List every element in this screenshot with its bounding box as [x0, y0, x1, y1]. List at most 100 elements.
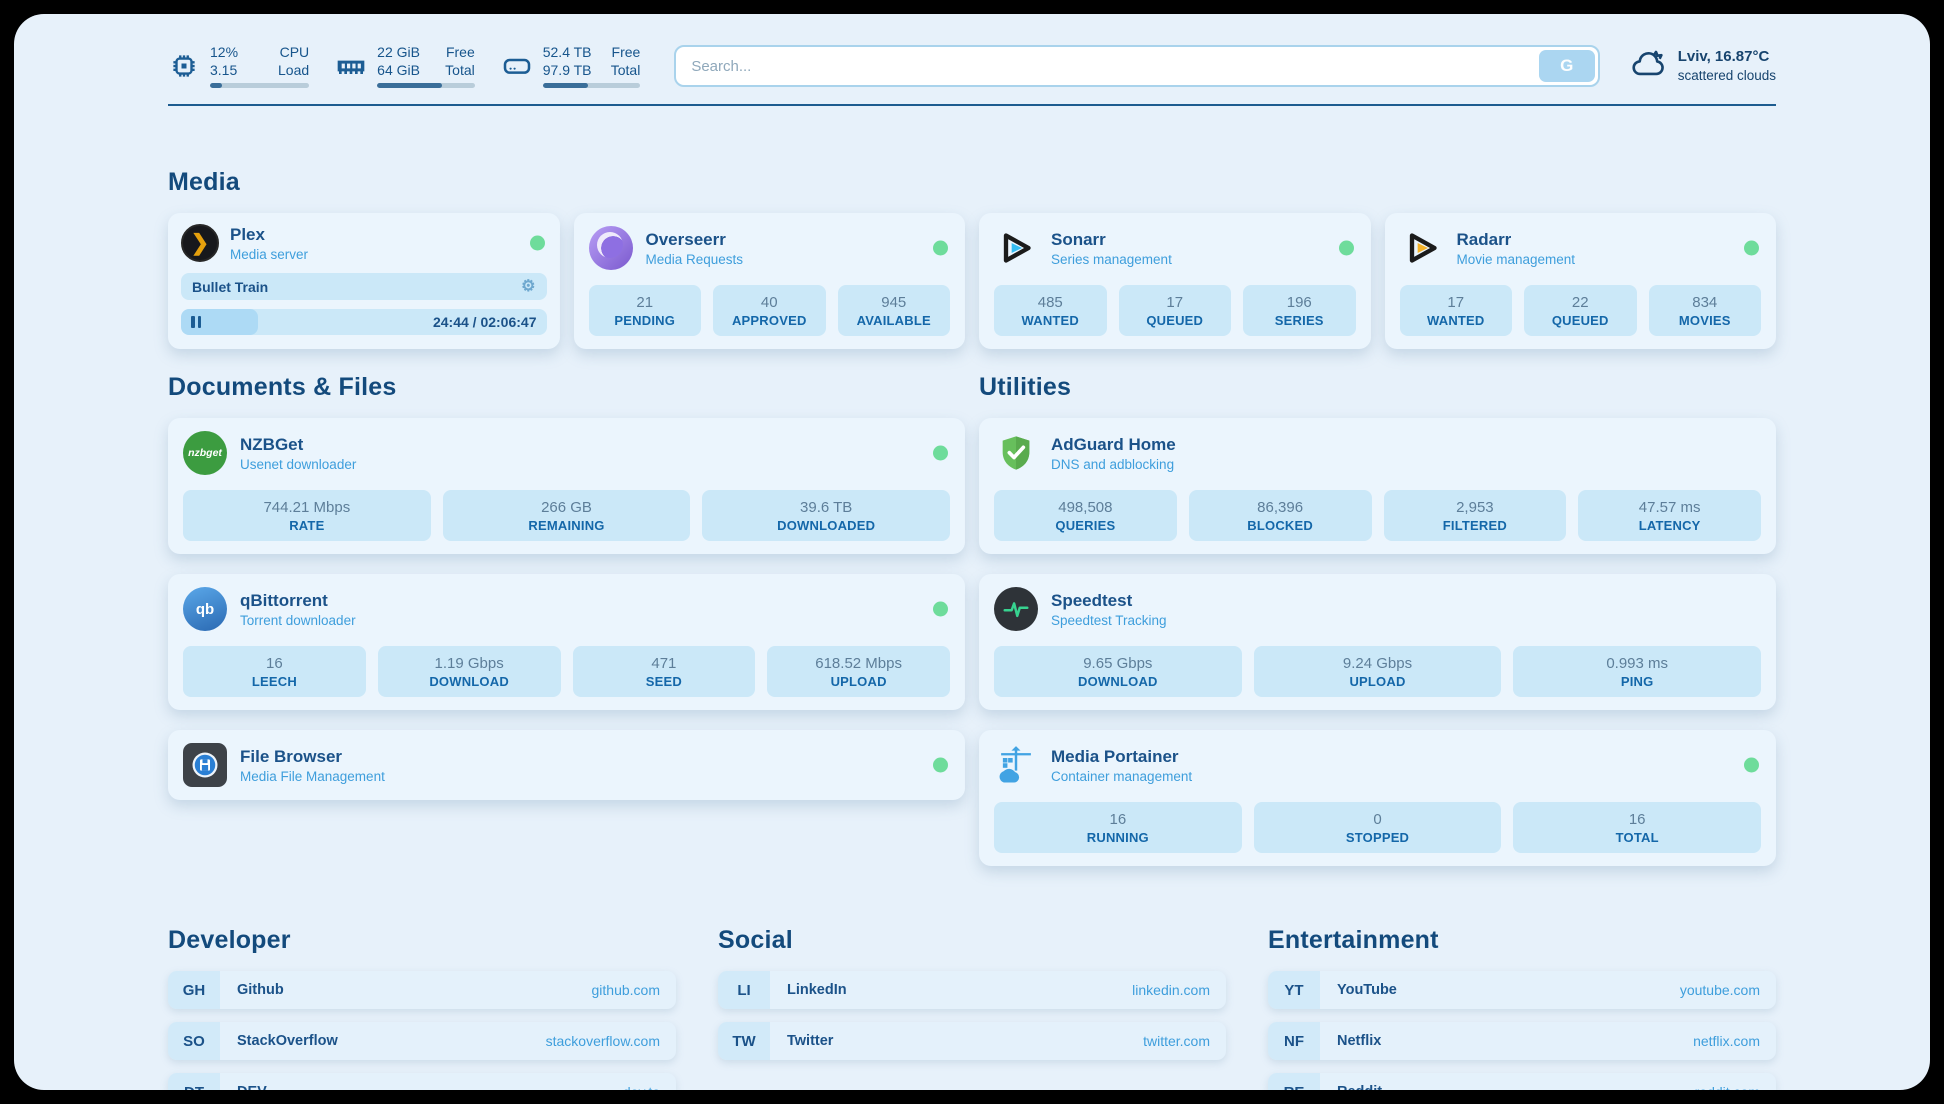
stat-label: RATE — [187, 518, 427, 533]
stat-value: 9.65 Gbps — [998, 655, 1238, 672]
dashboard-page: 12% 3.15 CPU Load — [14, 14, 1930, 1090]
stat-label: FILTERED — [1388, 518, 1563, 533]
bookmark-url: reddit.com — [1695, 1084, 1760, 1090]
app-title: NZBGet — [240, 435, 356, 455]
status-dot — [530, 236, 545, 251]
disk-total: 97.9 TB — [543, 62, 592, 78]
stat-value: 485 — [998, 294, 1103, 311]
app-subtitle: Usenet downloader — [240, 457, 356, 472]
app-card-overseerr[interactable]: Overseerr Media Requests 21PENDING 40APP… — [574, 213, 966, 349]
gear-icon[interactable]: ⚙ — [521, 279, 535, 295]
stat-label: LEECH — [187, 674, 362, 689]
app-card-portainer[interactable]: Media Portainer Container management 16R… — [979, 730, 1776, 866]
playback-time: 24:44 / 02:06:47 — [433, 314, 537, 330]
playback-progress[interactable]: 24:44 / 02:06:47 — [181, 309, 547, 335]
stat-tile-approved: 40APPROVED — [713, 285, 826, 336]
bookmark-stackoverflow[interactable]: SO StackOverflow stackoverflow.com — [168, 1022, 676, 1060]
bookmark-columns: Developer GH Github github.com SO StackO… — [168, 926, 1776, 1090]
section-heading-documents: Documents & Files — [168, 373, 965, 402]
stat-label: WANTED — [1404, 313, 1509, 328]
sonarr-icon — [994, 226, 1038, 270]
stat-label: MOVIES — [1653, 313, 1758, 328]
cpu-stat-text: 12% 3.15 CPU Load — [210, 44, 309, 79]
app-subtitle: DNS and adblocking — [1051, 457, 1176, 472]
stat-tiles: 16LEECH 1.19 GbpsDOWNLOAD 471SEED 618.52… — [183, 646, 950, 697]
qbittorrent-meta: qBittorrent Torrent downloader — [240, 591, 356, 628]
bookmark-name: DEV — [237, 1084, 267, 1090]
bookmark-url: twitter.com — [1143, 1033, 1210, 1049]
bookmark-url: netflix.com — [1693, 1033, 1760, 1049]
app-title: AdGuard Home — [1051, 435, 1176, 455]
cpu-stat: 12% 3.15 CPU Load — [168, 44, 309, 88]
app-card-plex[interactable]: ❯ Plex Media server Bullet Train ⚙ 24:44… — [168, 213, 560, 349]
ram-labels: Free Total — [445, 44, 475, 79]
app-title: File Browser — [240, 747, 385, 767]
section-heading-media: Media — [168, 168, 1776, 197]
disk-free: 52.4 TB — [543, 44, 592, 60]
stat-value: 39.6 TB — [706, 499, 946, 516]
cpu-icon — [168, 50, 200, 82]
bookmark-name: YouTube — [1337, 982, 1397, 998]
stat-tile-running: 16RUNNING — [994, 802, 1242, 853]
stat-tile-series: 196SERIES — [1243, 285, 1356, 336]
disk-labels: Free Total — [611, 44, 641, 79]
adguard-header: AdGuard Home DNS and adblocking — [994, 431, 1761, 475]
filebrowser-meta: File Browser Media File Management — [240, 747, 385, 784]
bookmark-netflix[interactable]: NF Netflix netflix.com — [1268, 1022, 1776, 1060]
stat-label: RUNNING — [998, 830, 1238, 845]
stat-tile-available: 945AVAILABLE — [838, 285, 951, 336]
status-dot — [933, 446, 948, 461]
app-card-radarr[interactable]: Radarr Movie management 17WANTED 22QUEUE… — [1385, 213, 1777, 349]
weather-widget[interactable]: Lviv, 16.87°C scattered clouds — [1630, 47, 1776, 84]
utilities-column: Utilities AdGuard Home DNS and adblockin… — [979, 373, 1776, 866]
app-card-nzbget[interactable]: nzbget NZBGet Usenet downloader 744.21 M… — [168, 418, 965, 554]
weather-condition: scattered clouds — [1678, 67, 1776, 85]
utilities-stack: AdGuard Home DNS and adblocking 498,508Q… — [979, 418, 1776, 866]
search-input[interactable] — [679, 50, 1538, 82]
stat-label: PING — [1517, 674, 1757, 689]
app-card-filebrowser[interactable]: File Browser Media File Management — [168, 730, 965, 800]
app-title: qBittorrent — [240, 591, 356, 611]
documents-column: Documents & Files nzbget NZBGet Usenet d… — [168, 373, 965, 866]
media-cards-row: ❯ Plex Media server Bullet Train ⚙ 24:44… — [168, 213, 1776, 349]
bookmark-name: Reddit — [1337, 1084, 1382, 1090]
bookmark-group-entertainment: Entertainment YT YouTube youtube.com NF … — [1268, 926, 1776, 1090]
qbittorrent-header: qb qBittorrent Torrent downloader — [183, 587, 950, 631]
pause-icon — [191, 316, 201, 328]
stat-tile-pending: 21PENDING — [589, 285, 702, 336]
system-stats: 12% 3.15 CPU Load — [168, 44, 640, 88]
stat-value: 618.52 Mbps — [771, 655, 946, 672]
bookmark-dev[interactable]: DT DEV dev.to — [168, 1073, 676, 1090]
bookmark-url: github.com — [592, 982, 660, 998]
stat-tile-downloaded: 39.6 TBDOWNLOADED — [702, 490, 950, 541]
portainer-icon — [994, 743, 1038, 787]
search-engine-button[interactable]: G — [1539, 50, 1595, 82]
app-card-speedtest[interactable]: Speedtest Speedtest Tracking 9.65 GbpsDO… — [979, 574, 1776, 710]
app-subtitle: Media server — [230, 247, 308, 262]
bookmark-reddit[interactable]: RE Reddit reddit.com — [1268, 1073, 1776, 1090]
stat-label: BLOCKED — [1193, 518, 1368, 533]
app-title: Radarr — [1457, 230, 1576, 250]
bookmark-github[interactable]: GH Github github.com — [168, 971, 676, 1009]
stat-tile-download: 1.19 GbpsDOWNLOAD — [378, 646, 561, 697]
bookmark-linkedin[interactable]: LI LinkedIn linkedin.com — [718, 971, 1226, 1009]
app-card-sonarr[interactable]: Sonarr Series management 485WANTED 17QUE… — [979, 213, 1371, 349]
portainer-header: Media Portainer Container management — [994, 743, 1761, 787]
stat-value: 1.19 Gbps — [382, 655, 557, 672]
stat-tiles: 16RUNNING 0STOPPED 16TOTAL — [994, 802, 1761, 853]
stat-tile-leech: 16LEECH — [183, 646, 366, 697]
nzbget-icon: nzbget — [183, 431, 227, 475]
header-divider — [168, 104, 1776, 106]
app-card-qbittorrent[interactable]: qb qBittorrent Torrent downloader 16LEEC… — [168, 574, 965, 710]
cpu-load-avg: 3.15 — [210, 62, 237, 78]
bookmark-twitter[interactable]: TW Twitter twitter.com — [718, 1022, 1226, 1060]
stat-tile-seed: 471SEED — [573, 646, 756, 697]
bookmark-name: Github — [237, 982, 284, 998]
app-card-adguard[interactable]: AdGuard Home DNS and adblocking 498,508Q… — [979, 418, 1776, 554]
bookmark-abbr: LI — [718, 971, 770, 1009]
stat-value: 266 GB — [447, 499, 687, 516]
app-title: Overseerr — [646, 230, 744, 250]
stat-label: REMAINING — [447, 518, 687, 533]
bookmark-youtube[interactable]: YT YouTube youtube.com — [1268, 971, 1776, 1009]
ram-total: 64 GiB — [377, 62, 420, 78]
